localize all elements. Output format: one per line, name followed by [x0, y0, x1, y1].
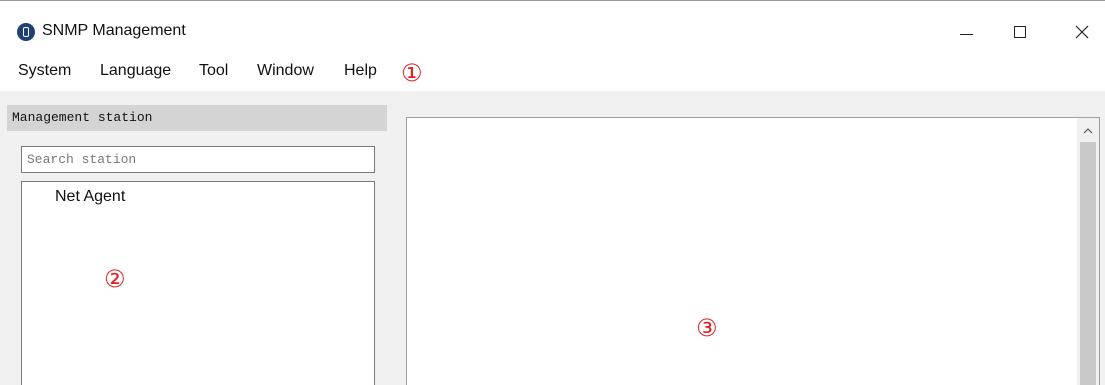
menu-help[interactable]: Help	[344, 62, 377, 80]
management-station-header: Management station	[7, 105, 387, 131]
scroll-up-arrow-icon[interactable]	[1077, 120, 1099, 140]
annotation-marker-2: ②	[104, 265, 126, 293]
scrollbar-thumb[interactable]	[1080, 142, 1096, 385]
title-bar: SNMP Management	[0, 1, 1105, 53]
app-logo-icon	[17, 23, 35, 41]
annotation-marker-3: ③	[696, 314, 718, 342]
minimize-icon	[959, 33, 973, 35]
search-station-input[interactable]	[21, 146, 375, 173]
maximize-icon	[1014, 26, 1026, 38]
maximize-button[interactable]	[1000, 15, 1040, 49]
menu-window[interactable]: Window	[257, 62, 314, 80]
vertical-scrollbar[interactable]	[1077, 118, 1099, 385]
close-button[interactable]	[1062, 15, 1102, 49]
minimize-button[interactable]	[946, 15, 986, 49]
menu-bar: System Language Tool Window Help ①	[0, 53, 1105, 91]
menu-tool[interactable]: Tool	[199, 62, 228, 80]
tree-item-net-agent[interactable]: Net Agent	[55, 188, 125, 206]
menu-language[interactable]: Language	[100, 62, 171, 80]
app-window: SNMP Management System Language Tool Win…	[0, 0, 1105, 385]
station-tree[interactable]: Net Agent ②	[21, 181, 375, 385]
window-title: SNMP Management	[42, 22, 186, 39]
main-content-panel: ③	[406, 117, 1100, 385]
menu-system[interactable]: System	[18, 62, 71, 80]
close-icon	[1075, 25, 1089, 39]
annotation-marker-1: ①	[401, 59, 423, 87]
